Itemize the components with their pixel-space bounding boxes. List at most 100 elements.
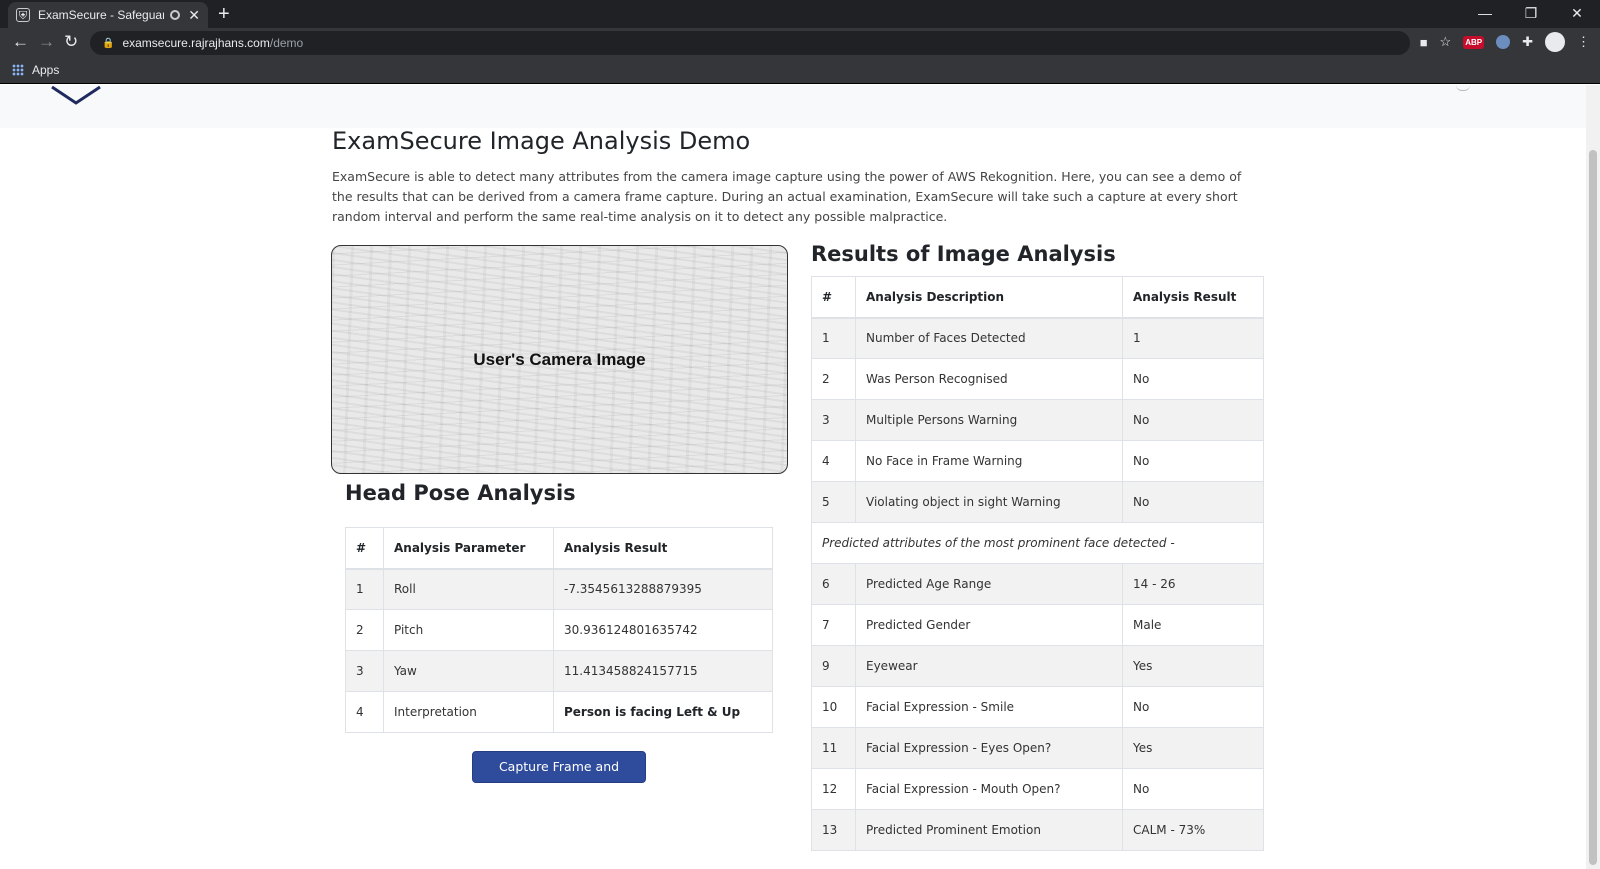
apps-label: Apps [32, 63, 60, 77]
row-number: 13 [811, 809, 856, 851]
page-title: ExamSecure Image Analysis Demo [332, 127, 751, 155]
face-attributes-note-row: Predicted attributes of the most promine… [811, 522, 1264, 564]
row-number: 6 [811, 563, 856, 605]
apps-shortcut[interactable]: Apps [12, 63, 59, 77]
restore-icon[interactable]: ❐ [1508, 0, 1554, 28]
tab-title: ExamSecure - Safeguard you [38, 8, 165, 22]
table-row: 13 Predicted Prominent Emotion CALM - 73… [811, 809, 1264, 851]
intro-paragraph: ExamSecure is able to detect many attrib… [332, 169, 1242, 224]
table-row: 2 Was Person Recognised No [811, 358, 1264, 400]
row-parameter: Interpretation [383, 691, 554, 733]
toolbar-actions: ■ ☆ ABP ✚ ⋮ [1420, 32, 1590, 52]
reload-icon[interactable]: ↻ [64, 32, 78, 52]
row-number: 4 [811, 440, 856, 482]
results-title: Results of Image Analysis [811, 242, 1116, 266]
close-tab-icon[interactable]: ✕ [188, 7, 200, 24]
camera-image: User's Camera Image [331, 245, 788, 474]
row-result: 11.413458824157715 [553, 650, 773, 692]
row-description: Predicted Prominent Emotion [855, 809, 1123, 851]
close-window-icon[interactable]: ✕ [1554, 0, 1600, 28]
new-tab-icon[interactable]: + [218, 4, 230, 24]
examsecure-logo-icon[interactable] [50, 85, 102, 105]
shield-favicon-icon: ⛨ [16, 8, 30, 22]
table-row: 5 Violating object in sight Warning No [811, 481, 1264, 523]
column-header: Analysis Result [1122, 276, 1264, 319]
camera-image-label: User's Camera Image [473, 350, 646, 369]
row-result: No [1122, 399, 1264, 441]
row-parameter: Yaw [383, 650, 554, 692]
row-number: 7 [811, 604, 856, 646]
nav-link-fragment[interactable] [1456, 85, 1470, 91]
table-row: 3 Multiple Persons Warning No [811, 399, 1264, 441]
face-attributes-note: Predicted attributes of the most promine… [811, 522, 1264, 564]
row-result: 14 - 26 [1122, 563, 1264, 605]
forward-icon[interactable]: → [38, 32, 55, 52]
puzzle-extensions-icon[interactable]: ✚ [1522, 34, 1533, 50]
row-description: Number of Faces Detected [855, 317, 1123, 359]
row-description: Was Person Recognised [855, 358, 1123, 400]
results-table: # Analysis Description Analysis Result 1… [811, 276, 1264, 851]
head-pose-title: Head Pose Analysis [345, 481, 576, 505]
site-header [0, 85, 1600, 128]
table-row: 9 Eyewear Yes [811, 645, 1264, 687]
row-result: Male [1122, 604, 1264, 646]
capture-frame-button[interactable]: Capture Frame and Analyze [472, 751, 646, 804]
row-description: No Face in Frame Warning [855, 440, 1123, 482]
row-number: 5 [811, 481, 856, 523]
table-row: 4 Interpretation Person is facing Left &… [345, 691, 773, 733]
profile-avatar[interactable] [1545, 32, 1565, 52]
row-result: Person is facing Left & Up [553, 691, 773, 733]
browser-tab-strip: ⛨ ExamSecure - Safeguard you ✕ + — ❐ ✕ [0, 0, 1600, 28]
camera-icon[interactable]: ■ [1420, 35, 1428, 50]
row-result: 30.936124801635742 [553, 609, 773, 651]
apps-grid-icon [12, 64, 24, 76]
table-header-row: # Analysis Parameter Analysis Result [345, 527, 773, 570]
row-description: Eyewear [855, 645, 1123, 687]
head-pose-table: # Analysis Parameter Analysis Result 1 R… [345, 527, 773, 733]
table-row: 11 Facial Expression - Eyes Open? Yes [811, 727, 1264, 769]
row-number: 2 [811, 358, 856, 400]
url-path: /demo [269, 36, 304, 50]
url-domain: examsecure.rajrajhans.com [122, 36, 270, 50]
row-description: Facial Expression - Smile [855, 686, 1123, 728]
row-parameter: Pitch [383, 609, 554, 651]
column-header: Analysis Result [553, 527, 773, 570]
row-description: Violating object in sight Warning [855, 481, 1123, 523]
adblock-extension-icon[interactable]: ABP [1463, 35, 1485, 49]
row-result: No [1122, 358, 1264, 400]
page-scrollbar[interactable] [1586, 85, 1600, 869]
column-header: Analysis Description [855, 276, 1123, 319]
row-description: Predicted Gender [855, 604, 1123, 646]
row-number: 1 [811, 317, 856, 359]
table-row: 1 Roll -7.3545613288879395 [345, 568, 773, 610]
address-bar[interactable]: 🔒 examsecure.rajrajhans.com/demo [90, 31, 1410, 55]
table-row: 10 Facial Expression - Smile No [811, 686, 1264, 728]
row-description: Multiple Persons Warning [855, 399, 1123, 441]
bookmark-star-icon[interactable]: ☆ [1440, 34, 1452, 50]
bookmarks-bar: Apps [0, 58, 1600, 84]
column-header: # [811, 276, 856, 319]
row-number: 4 [345, 691, 384, 733]
row-description: Facial Expression - Eyes Open? [855, 727, 1123, 769]
table-row: 7 Predicted Gender Male [811, 604, 1264, 646]
row-result: No [1122, 768, 1264, 810]
column-header: Analysis Parameter [383, 527, 554, 570]
row-number: 2 [345, 609, 384, 651]
row-result: No [1122, 440, 1264, 482]
extension-icon[interactable] [1496, 35, 1511, 49]
column-header: # [345, 527, 384, 570]
minimize-icon[interactable]: — [1462, 0, 1508, 28]
row-result: Yes [1122, 727, 1264, 769]
row-result: No [1122, 686, 1264, 728]
menu-kebab-icon[interactable]: ⋮ [1577, 34, 1590, 50]
lock-icon: 🔒 [102, 37, 115, 49]
row-number: 11 [811, 727, 856, 769]
scrollbar-thumb[interactable] [1589, 150, 1597, 865]
row-result: -7.3545613288879395 [553, 568, 773, 610]
row-description: Facial Expression - Mouth Open? [855, 768, 1123, 810]
browser-tab[interactable]: ⛨ ExamSecure - Safeguard you ✕ [8, 2, 208, 28]
window-controls: — ❐ ✕ [1462, 0, 1600, 28]
recording-indicator-icon [170, 10, 181, 20]
row-description: Predicted Age Range [855, 563, 1123, 605]
back-icon[interactable]: ← [12, 32, 29, 52]
